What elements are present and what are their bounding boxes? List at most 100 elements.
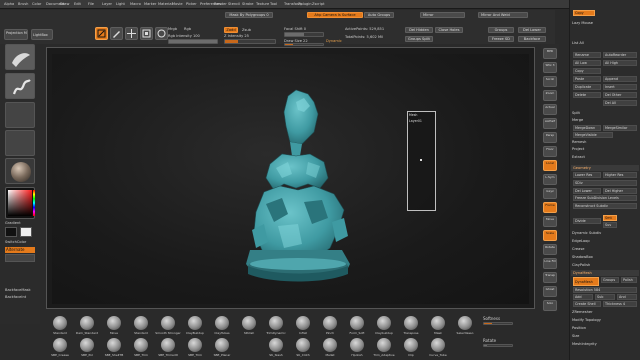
del-lower-button-panel[interactable]: Del Lower: [573, 188, 601, 194]
del-hidden-button[interactable]: Del Hidden: [405, 27, 433, 33]
merge-down-button[interactable]: MergeDown: [573, 125, 601, 131]
size-label[interactable]: Size: [572, 333, 638, 340]
split-label[interactable]: Split: [572, 110, 638, 117]
del-lower-button[interactable]: Del Lower: [518, 27, 546, 33]
menu-item[interactable]: Layer: [102, 2, 112, 6]
subtool-action-button[interactable]: All Low: [573, 60, 601, 66]
hue-strip[interactable]: [33, 190, 35, 216]
subtool-action-button[interactable]: AutoReorder: [603, 52, 637, 58]
secondary-color-swatch[interactable]: [20, 227, 32, 237]
brush-thumbnail-icon[interactable]: [350, 316, 364, 330]
main-color-swatch[interactable]: [5, 227, 17, 237]
sdiv-slider[interactable]: SDiv: [573, 180, 637, 186]
dynamic-toggle[interactable]: Dynamic: [326, 39, 342, 43]
view-tool-button[interactable]: Zoom: [543, 90, 557, 101]
projection-master-button[interactable]: Projection Master: [4, 29, 28, 40]
auto-groups-button[interactable]: Auto Groups: [364, 12, 394, 18]
lower-res-button[interactable]: Lower Res: [573, 172, 601, 178]
view-tool-button[interactable]: Gxyz: [543, 188, 557, 199]
thickness-slider[interactable]: Thickness 4: [603, 301, 637, 307]
groups-button[interactable]: Groups: [488, 27, 514, 33]
shadow-box-label[interactable]: ShadowBox: [572, 254, 638, 261]
switch-color-label[interactable]: SwitchColor: [5, 240, 26, 244]
brush-thumbnail-icon[interactable]: [431, 316, 445, 330]
merge-label[interactable]: Merge: [572, 117, 638, 124]
zadd-button[interactable]: Zadd: [224, 27, 238, 33]
menu-item[interactable]: Zplugin: [298, 2, 312, 6]
subtool-action-button[interactable]: Copy: [573, 68, 601, 74]
group-split-button[interactable]: Groups Split: [405, 36, 433, 42]
view-tool-button[interactable]: Line Fill: [543, 258, 557, 269]
lightbox-button[interactable]: LightBox: [31, 29, 53, 40]
brush-thumbnail-icon[interactable]: [161, 316, 175, 330]
dynamic-subdiv-label[interactable]: Dynamic Subdiv: [572, 230, 638, 237]
brush-thumbnail-icon[interactable]: [188, 338, 202, 352]
zremesher-label[interactable]: ZRemesher: [572, 309, 638, 316]
material-slot[interactable]: [5, 158, 35, 184]
menu-item[interactable]: Edit: [74, 2, 81, 6]
backface-button[interactable]: Backface: [518, 36, 546, 42]
polish-toggle[interactable]: Polish: [621, 277, 637, 283]
view-tool-button[interactable]: Actual: [543, 104, 557, 115]
edit-mode-button[interactable]: [95, 27, 108, 40]
menu-item[interactable]: Alpha: [4, 2, 14, 6]
softness-label[interactable]: Softness: [483, 316, 500, 321]
draw-size-slider[interactable]: [284, 43, 324, 46]
menu-item[interactable]: Light: [116, 2, 125, 6]
brush-thumbnail-icon[interactable]: [215, 316, 229, 330]
rgb-intensity-label[interactable]: Rgb Intensity 100: [168, 34, 200, 38]
groups-toggle[interactable]: Groups: [601, 277, 619, 283]
color-picker[interactable]: [5, 187, 35, 219]
brush-thumbnail-icon[interactable]: [458, 316, 472, 330]
rotate-mode-button[interactable]: [155, 27, 168, 40]
texture-slot[interactable]: [5, 130, 35, 156]
modify-topology-label[interactable]: Modify Topology: [572, 317, 638, 324]
brush-thumbnail-icon[interactable]: [404, 338, 418, 352]
brush-thumbnail-icon[interactable]: [53, 338, 67, 352]
menu-item[interactable]: Texture: [256, 2, 269, 6]
divide-button[interactable]: Divide: [573, 218, 601, 224]
draw-mode-button[interactable]: [110, 27, 123, 40]
color-field[interactable]: [8, 190, 32, 216]
list-all-label[interactable]: List All: [572, 40, 638, 47]
zsub-button[interactable]: Zsub: [242, 28, 251, 32]
brush-thumbnail-icon[interactable]: [107, 338, 121, 352]
extract-label[interactable]: Extract: [572, 154, 638, 161]
brush-thumbnail-icon[interactable]: [242, 316, 256, 330]
brush-thumbnail-icon[interactable]: [107, 316, 121, 330]
menu-item[interactable]: Movie: [172, 2, 183, 6]
subtool-action-button[interactable]: Append: [603, 76, 637, 82]
crease-label[interactable]: Crease: [572, 246, 638, 253]
create-shell-button[interactable]: Create Shell: [573, 301, 601, 307]
scale-mode-button[interactable]: [140, 27, 153, 40]
brush-thumbnail-icon[interactable]: [431, 338, 445, 352]
project-label[interactable]: Project: [572, 146, 638, 153]
brush-thumbnail-icon[interactable]: [161, 338, 175, 352]
view-tool-button[interactable]: Local: [543, 160, 557, 171]
backface-intensity-label[interactable]: BackfaceInt: [5, 295, 26, 299]
menu-item[interactable]: Color: [32, 2, 41, 6]
menu-item[interactable]: Render: [214, 2, 227, 6]
subtool-action-button[interactable]: Delete: [573, 92, 601, 98]
menu-item[interactable]: Material: [158, 2, 173, 6]
freeze-sd-button[interactable]: Freeze SD: [488, 36, 514, 42]
z-intensity-label[interactable]: Z Intensity 25: [224, 34, 249, 38]
geometry-header[interactable]: Geometry: [571, 165, 639, 171]
copy-button[interactable]: Copy: [573, 10, 595, 16]
lazy-mouse-label[interactable]: Lazy Mouse: [572, 20, 638, 27]
brush-thumbnail-icon[interactable]: [53, 316, 67, 330]
edge-loop-label[interactable]: EdgeLoop: [572, 238, 638, 245]
reconstruct-subdiv-button[interactable]: Reconstruct Subdiv: [573, 203, 637, 209]
mrgb-label[interactable]: Mrgb: [168, 27, 177, 31]
backface-mask-label[interactable]: BackfaceMask: [5, 288, 31, 292]
merge-visible-button[interactable]: MergeVisible: [573, 132, 613, 138]
canvas-viewport[interactable]: Mesh Layer01: [46, 47, 535, 309]
brush-thumbnail-icon[interactable]: [269, 338, 283, 352]
document-canvas[interactable]: Mesh Layer01: [52, 54, 529, 304]
freeze-subdivision-button[interactable]: Freeze SubDivision Levels: [573, 195, 637, 201]
dynamesh-button[interactable]: DynaMesh: [573, 277, 599, 286]
menu-item[interactable]: Picker: [186, 2, 197, 6]
brush-thumbnail-icon[interactable]: [215, 338, 229, 352]
view-tool-button[interactable]: SPix 3: [543, 62, 557, 73]
higher-res-button[interactable]: Higher Res: [603, 172, 637, 178]
